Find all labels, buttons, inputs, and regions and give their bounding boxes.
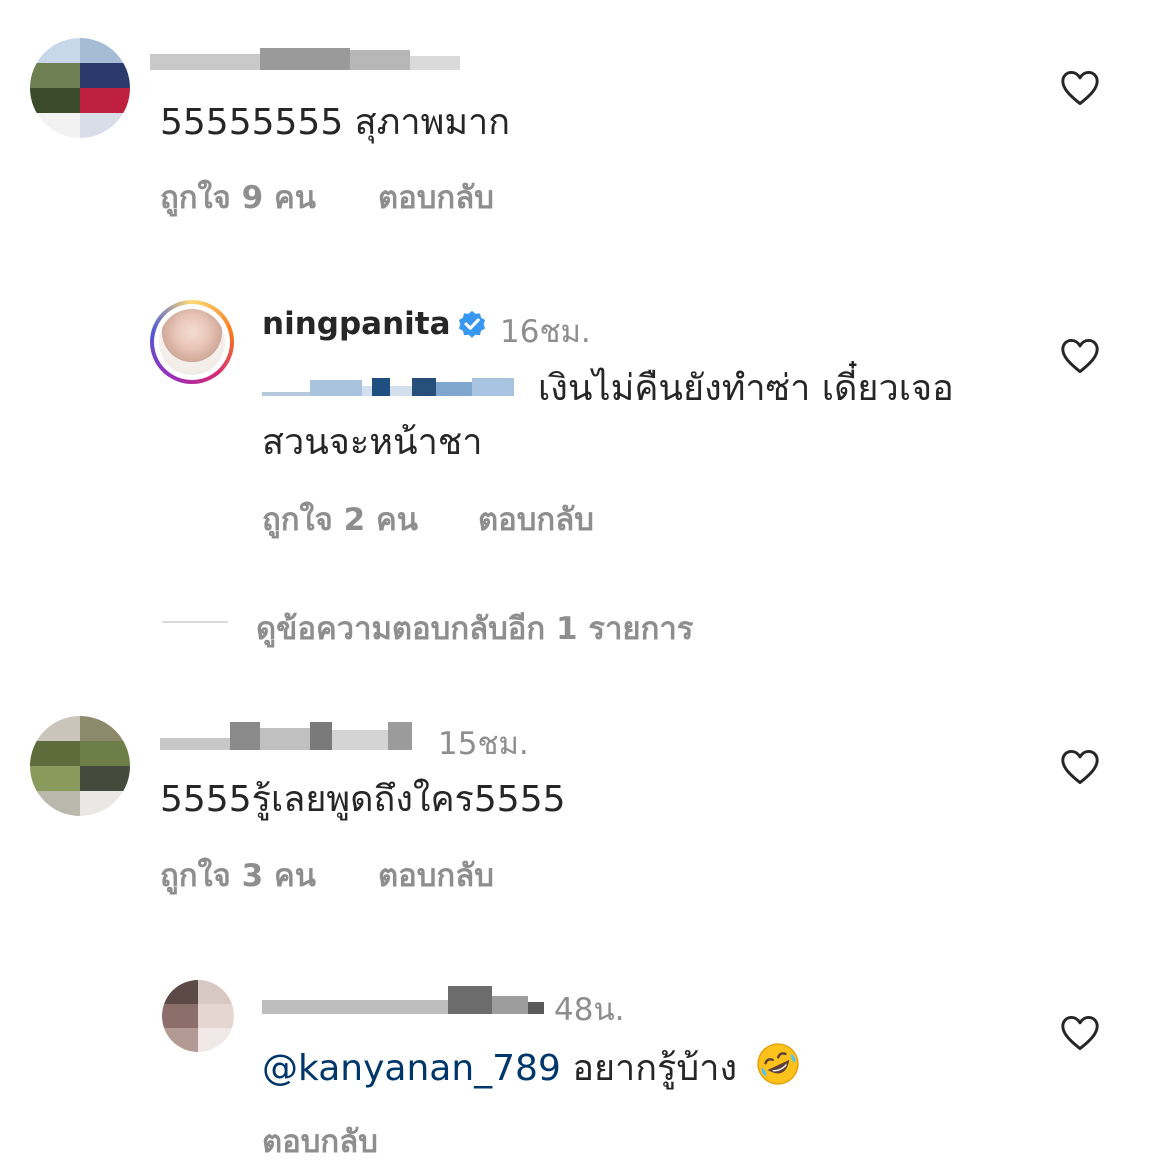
comment-text-line-2: สวนจะหน้าชา	[262, 422, 483, 463]
comment-text: @kanyanan_789 อยากรู้บ้าง	[262, 1040, 802, 1096]
avatar[interactable]	[30, 38, 130, 138]
redacted-mention[interactable]	[262, 372, 514, 404]
avatar-story-ring[interactable]	[150, 300, 234, 384]
reply-button[interactable]: ตอบกลับ	[478, 494, 594, 544]
avatar[interactable]	[30, 716, 130, 816]
reply-button[interactable]: ตอบกลับ	[262, 1116, 378, 1166]
view-replies-link[interactable]: ดูข้อความตอบกลับอีก 1 รายการ	[256, 603, 693, 653]
redacted-username[interactable]	[262, 982, 544, 1018]
comment-body: อยากรู้บ้าง	[560, 1048, 738, 1089]
verified-badge-icon	[458, 310, 486, 338]
divider	[162, 621, 228, 623]
like-count[interactable]: ถูกใจ 2 คน	[262, 494, 418, 544]
username[interactable]: ningpanita	[262, 306, 451, 342]
timestamp: 48น.	[554, 992, 625, 1028]
heart-outline-icon[interactable]	[1060, 749, 1100, 785]
rolling-on-floor-laughing-emoji	[757, 1043, 800, 1085]
like-count[interactable]: ถูกใจ 3 คน	[160, 850, 316, 900]
pixelated-avatar	[30, 38, 130, 138]
comment-text: 5555รู้เลยพูดถึงใคร5555	[160, 779, 566, 820]
avatar	[159, 309, 225, 375]
avatar[interactable]	[162, 980, 234, 1052]
pixelated-avatar	[162, 980, 234, 1052]
reply-button[interactable]: ตอบกลับ	[378, 850, 494, 900]
timestamp: 16ชม.	[500, 314, 591, 350]
heart-outline-icon[interactable]	[1060, 338, 1100, 374]
comment-text-line-1: เงินไม่คืนยังทำซ่า เดี๋ยวเจอ	[538, 368, 954, 409]
timestamp: 15ชม.	[438, 726, 529, 762]
redacted-username[interactable]	[150, 40, 460, 76]
pixelated-avatar	[30, 716, 130, 816]
comment-text: 55555555 สุภาพมาก	[160, 102, 511, 143]
mention-link[interactable]: @kanyanan_789	[262, 1048, 561, 1089]
reply-button[interactable]: ตอบกลับ	[378, 172, 494, 222]
like-count[interactable]: ถูกใจ 9 คน	[160, 172, 316, 222]
redacted-username[interactable]	[160, 718, 440, 754]
heart-outline-icon[interactable]	[1060, 70, 1100, 106]
heart-outline-icon[interactable]	[1060, 1015, 1100, 1051]
